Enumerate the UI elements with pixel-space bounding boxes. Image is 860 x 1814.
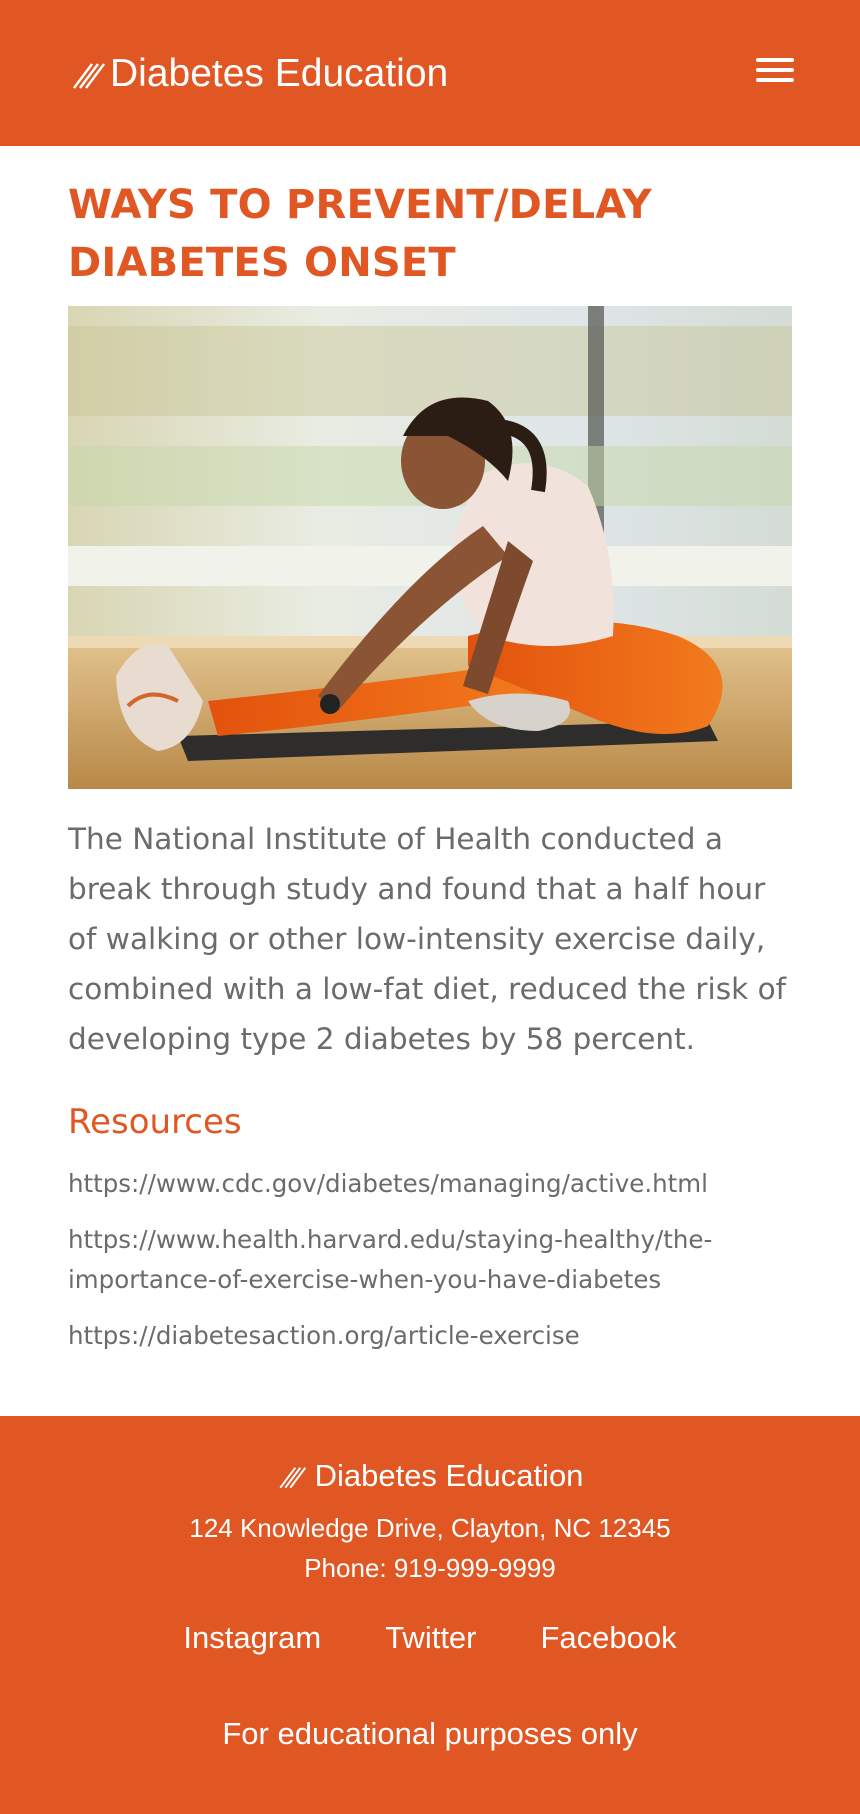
hero-image (68, 306, 792, 789)
brand-home-link[interactable]: Diabetes Education (70, 46, 448, 102)
body-paragraph: The National Institute of Health conduct… (68, 822, 787, 1056)
footer-phone: Phone: 919-999-9999 (304, 1553, 556, 1583)
page-title: WAYS TO PREVENT/DELAY DIABETES ONSET (68, 182, 652, 286)
triple-slash-logo-icon (73, 63, 105, 89)
social-link-instagram[interactable]: Instagram (183, 1618, 321, 1658)
resources-heading: Resources (68, 1102, 242, 1142)
site-header: Diabetes Education (0, 0, 860, 146)
brand-name: Diabetes Education (110, 52, 449, 95)
footer-brand-name: Diabetes Education (314, 1458, 584, 1493)
social-link-twitter[interactable]: Twitter (385, 1618, 476, 1658)
social-link-facebook[interactable]: Facebook (541, 1618, 677, 1658)
footer-disclaimer: For educational purposes only (222, 1716, 638, 1751)
resource-link-harvard[interactable]: https://www.health.harvard.edu/staying-h… (68, 1220, 792, 1300)
triple-slash-logo-icon (279, 1467, 306, 1489)
site-footer: Diabetes Education 124 Knowledge Drive, … (0, 1416, 860, 1814)
main-content: WAYS TO PREVENT/DELAY DIABETES ONSET The… (68, 146, 792, 1350)
footer-address: 124 Knowledge Drive, Clayton, NC 12345 (189, 1513, 671, 1543)
resource-link-cdc[interactable]: https://www.cdc.gov/diabetes/managing/ac… (68, 1164, 792, 1204)
hamburger-menu-icon (754, 58, 796, 82)
footer-brand: Diabetes Education (0, 1456, 860, 1496)
woman-stretching-image (68, 306, 792, 789)
hamburger-menu-button[interactable] (754, 54, 796, 88)
social-links: Instagram Twitter Facebook (0, 1618, 860, 1658)
resources-list: https://www.cdc.gov/diabetes/managing/ac… (68, 1164, 792, 1372)
resource-link-diabetesaction[interactable]: https://diabetesaction.org/article-exerc… (68, 1316, 792, 1356)
